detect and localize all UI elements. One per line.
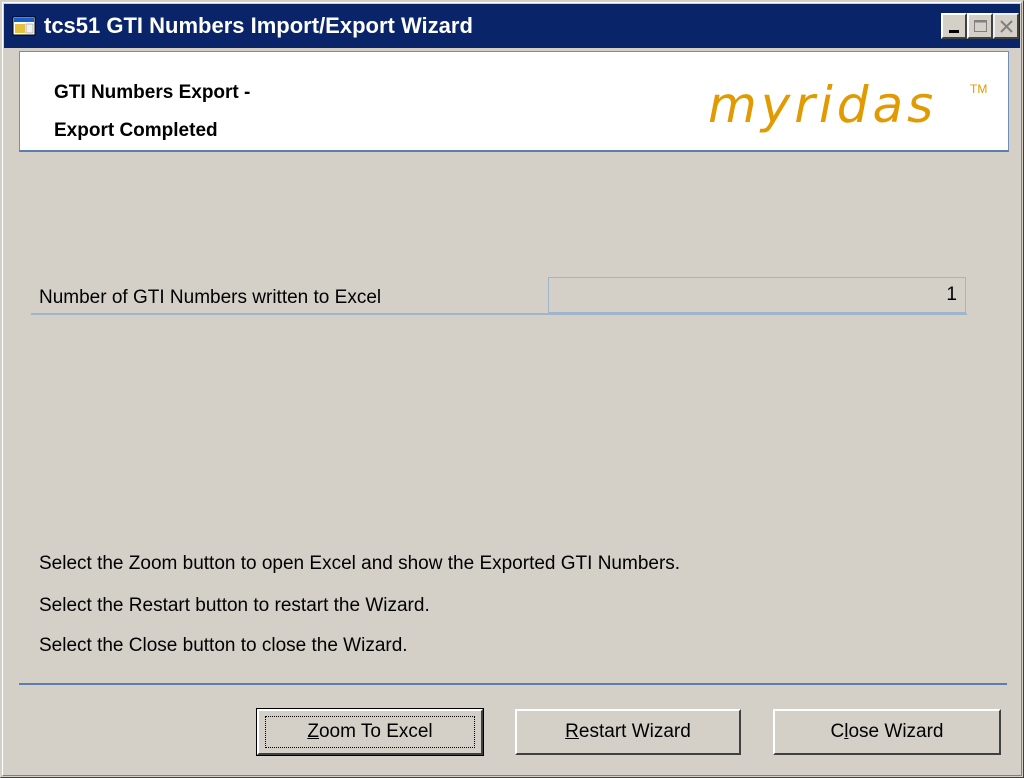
instruction-close: Select the Close button to close the Wiz… [39, 635, 408, 656]
field-divider [31, 313, 967, 315]
restart-button-label: Restart Wizard [565, 721, 691, 742]
instruction-restart: Select the Restart button to restart the… [39, 595, 430, 616]
gti-count-label: Number of GTI Numbers written to Excel [39, 287, 382, 308]
zoom-to-excel-button[interactable]: Zoom To Excel [256, 708, 484, 756]
wizard-header: GTI Numbers Export - Export Completed my… [19, 51, 1009, 152]
gti-count-value: 1 [548, 277, 966, 313]
footer-divider [19, 683, 1007, 685]
header-title-line1: GTI Numbers Export - [54, 82, 251, 103]
trademark-mark: TM [970, 82, 988, 96]
close-icon [1000, 20, 1013, 33]
minimize-button[interactable] [941, 13, 967, 39]
wizard-window: tcs51 GTI Numbers Import/Export Wizard G… [0, 0, 1024, 778]
zoom-button-label: Zoom To Excel [307, 721, 433, 742]
instruction-zoom: Select the Zoom button to open Excel and… [39, 553, 681, 574]
close-button-label: Close Wizard [830, 721, 944, 742]
title-bar[interactable]: tcs51 GTI Numbers Import/Export Wizard [4, 4, 1020, 48]
close-wizard-button[interactable]: Close Wizard [773, 709, 1001, 755]
close-window-button[interactable] [993, 13, 1019, 39]
app-window-icon [12, 16, 36, 36]
restart-wizard-button[interactable]: Restart Wizard [515, 709, 741, 755]
myridas-logo: myridas [708, 76, 938, 134]
window-title: tcs51 GTI Numbers Import/Export Wizard [44, 13, 473, 38]
minimize-icon [949, 30, 959, 33]
maximize-icon [974, 20, 987, 32]
maximize-button[interactable] [967, 13, 993, 39]
header-title-line2: Export Completed [54, 120, 218, 141]
